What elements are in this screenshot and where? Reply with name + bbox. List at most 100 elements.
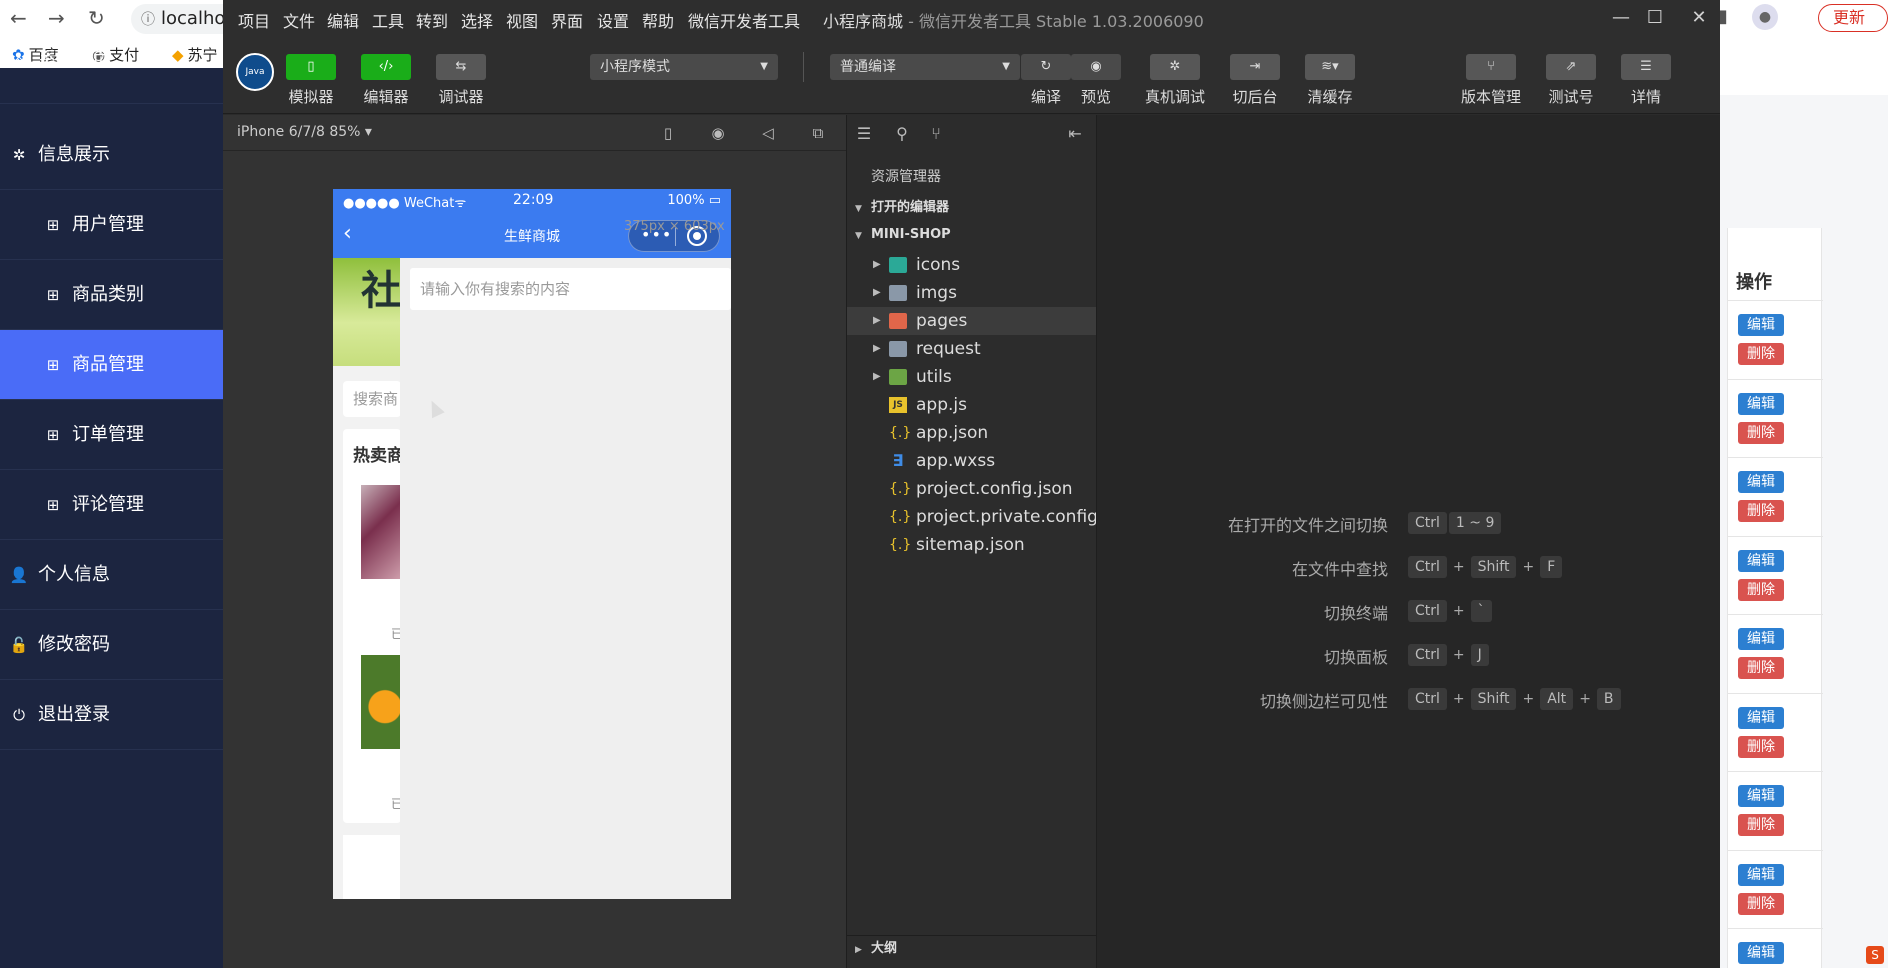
product-image-grape[interactable] bbox=[361, 485, 401, 579]
menu-goto[interactable]: 转到 bbox=[416, 8, 448, 32]
menu-edit[interactable]: 编辑 bbox=[327, 8, 359, 32]
tree-item-project-config[interactable]: {.} project.config.json bbox=[847, 475, 1097, 503]
viewport-size-label: 375px × 603px bbox=[624, 219, 725, 234]
menu-tools[interactable]: 工具 bbox=[372, 8, 404, 32]
test-account-button[interactable]: ⇗ 测试号 bbox=[1536, 54, 1606, 107]
product-image-orange[interactable] bbox=[361, 655, 401, 749]
tree-item-pages[interactable]: ▶ pages bbox=[847, 307, 1097, 335]
tree-item-request[interactable]: ▶ request bbox=[847, 335, 1097, 363]
edit-button[interactable]: 编辑 bbox=[1738, 785, 1784, 807]
edit-button[interactable]: 编辑 bbox=[1738, 707, 1784, 729]
tree-item-imgs[interactable]: ▶ imgs bbox=[847, 279, 1097, 307]
tree-item-sitemap[interactable]: {.} sitemap.json bbox=[847, 531, 1097, 559]
operations-header: 操作 bbox=[1736, 272, 1772, 293]
sidebar-item-logout[interactable]: ⏻ 退出登录 bbox=[0, 680, 223, 750]
java-avatar-icon[interactable]: Java bbox=[236, 53, 274, 91]
forward-icon[interactable]: → bbox=[48, 6, 65, 30]
version-control-button[interactable]: ⑂ 版本管理 bbox=[1456, 54, 1526, 107]
edit-button[interactable]: 编辑 bbox=[1738, 628, 1784, 650]
edit-button[interactable]: 编辑 bbox=[1738, 471, 1784, 493]
profile-icon[interactable]: ● bbox=[1752, 4, 1778, 30]
menu-select[interactable]: 选择 bbox=[461, 8, 493, 32]
popout-icon[interactable]: ⧉ bbox=[808, 123, 828, 143]
shortcut-label: 切换终端 bbox=[1323, 604, 1388, 623]
record-icon[interactable]: ◉ bbox=[708, 123, 728, 143]
sidebar-item-info[interactable]: ✲ 信息展示 bbox=[0, 120, 223, 190]
tree-item-app-js[interactable]: JS app.js bbox=[847, 391, 1097, 419]
real-device-debug-button[interactable]: ✲ 真机调试 bbox=[1140, 54, 1210, 107]
back-icon[interactable]: ← bbox=[10, 6, 27, 30]
menu-interface[interactable]: 界面 bbox=[551, 8, 583, 32]
debugger-toggle[interactable]: ⇆ 调试器 bbox=[426, 54, 496, 107]
mode-select[interactable]: 小程序模式 ▼ bbox=[590, 54, 778, 80]
sidebar-item-profile[interactable]: 👤 个人信息 bbox=[0, 540, 223, 610]
menu-project[interactable]: 项目 bbox=[238, 8, 270, 32]
search-input[interactable] bbox=[410, 268, 731, 310]
edit-button[interactable]: 编辑 bbox=[1738, 942, 1784, 964]
tree-item-app-wxss[interactable]: ∃ app.wxss bbox=[847, 447, 1097, 475]
preview-button[interactable]: ◉ 预览 bbox=[1061, 54, 1131, 107]
sidebar-item-orders[interactable]: ⊞ 订单管理 bbox=[0, 400, 223, 470]
maximize-icon[interactable]: ☐ bbox=[1635, 4, 1675, 32]
edit-button[interactable]: 编辑 bbox=[1738, 550, 1784, 572]
sidebar-item-password[interactable]: 🔓 修改密码 bbox=[0, 610, 223, 680]
home-search-box[interactable]: 搜索商 bbox=[343, 381, 401, 417]
open-editors-section[interactable]: ▼ 打开的编辑器 bbox=[847, 195, 1097, 221]
delete-button[interactable]: 删除 bbox=[1738, 579, 1784, 601]
edit-button[interactable]: 编辑 bbox=[1738, 393, 1784, 415]
delete-button[interactable]: 删除 bbox=[1738, 736, 1784, 758]
delete-button[interactable]: 删除 bbox=[1738, 814, 1784, 836]
sidebar-item-users[interactable]: ⊞ 用户管理 bbox=[0, 190, 223, 260]
close-icon[interactable]: ✕ bbox=[1679, 4, 1719, 32]
shortcut-row: 切换终端 Ctrl + ` bbox=[1097, 600, 1721, 624]
files-icon[interactable]: ☰ bbox=[853, 123, 875, 145]
lock-icon: 🔓 bbox=[9, 636, 29, 654]
menu-help[interactable]: 帮助 bbox=[642, 8, 674, 32]
project-root[interactable]: ▼ MINI-SHOP bbox=[847, 222, 1097, 248]
editor-toggle[interactable]: ‹/› 编辑器 bbox=[351, 54, 421, 107]
tree-item-icons[interactable]: ▶ icons bbox=[847, 251, 1097, 279]
wifi-icon: ᯤ bbox=[454, 196, 467, 211]
phone-icon[interactable]: ▯ bbox=[658, 123, 678, 143]
delete-button[interactable]: 删除 bbox=[1738, 422, 1784, 444]
edit-button[interactable]: 编辑 bbox=[1738, 314, 1784, 336]
json-file-icon: {.} bbox=[889, 481, 912, 497]
compile-select[interactable]: 普通编译 ▼ bbox=[830, 54, 1020, 80]
toolbar-divider bbox=[803, 52, 804, 82]
menu-view[interactable]: 视图 bbox=[506, 8, 538, 32]
sidebar-item-categories[interactable]: ⊞ 商品类别 bbox=[0, 260, 223, 330]
menu-settings[interactable]: 设置 bbox=[597, 8, 629, 32]
collapse-panel-icon[interactable]: ⇤ bbox=[1064, 123, 1086, 145]
phone-icon: ▯ bbox=[286, 54, 336, 80]
json-file-icon: {.} bbox=[889, 509, 912, 525]
background-button[interactable]: ⇥ 切后台 bbox=[1220, 54, 1290, 107]
clear-cache-button[interactable]: ≋▾ 清缓存 bbox=[1295, 54, 1365, 107]
delete-button[interactable]: 删除 bbox=[1738, 893, 1784, 915]
tree-item-project-private-config[interactable]: {.} project.private.config... bbox=[847, 503, 1097, 531]
delete-button[interactable]: 删除 bbox=[1738, 657, 1784, 679]
reload-icon[interactable]: ↻ bbox=[88, 6, 105, 30]
sidebar-item-products[interactable]: ⊞ 商品管理 bbox=[0, 330, 223, 400]
simulator-toggle[interactable]: ▯ 模拟器 bbox=[276, 54, 346, 107]
details-button[interactable]: ☰ 详情 bbox=[1611, 54, 1681, 107]
tree-item-utils[interactable]: ▶ utils bbox=[847, 363, 1097, 391]
outline-section[interactable]: ▶ 大纲 bbox=[847, 935, 1097, 961]
edit-button[interactable]: 编辑 bbox=[1738, 864, 1784, 886]
caret-right-icon: ▶ bbox=[873, 259, 881, 270]
git-branch-icon[interactable]: ⑂ bbox=[925, 123, 947, 145]
sogou-ime-icon[interactable]: S bbox=[1866, 946, 1884, 964]
tree-item-app-json[interactable]: {.} app.json bbox=[847, 419, 1097, 447]
volume-icon[interactable]: ◁ bbox=[758, 123, 778, 143]
sidebar-item-comments[interactable]: ⊞ 评论管理 bbox=[0, 470, 223, 540]
search-icon[interactable]: ⚲ bbox=[891, 123, 913, 145]
delete-button[interactable]: 删除 bbox=[1738, 343, 1784, 365]
delete-button[interactable]: 删除 bbox=[1738, 500, 1784, 522]
update-button[interactable]: 更新 bbox=[1818, 4, 1888, 32]
banner-image[interactable]: 社 bbox=[333, 258, 401, 366]
menu-file[interactable]: 文件 bbox=[283, 8, 315, 32]
menu-wechat-devtools[interactable]: 微信开发者工具 bbox=[688, 8, 800, 32]
device-select[interactable]: iPhone 6/7/8 85% ▾ bbox=[237, 124, 372, 140]
caret-down-icon: ▼ bbox=[760, 61, 768, 72]
table-row: 编辑 删除 bbox=[1728, 693, 1823, 772]
sidebar-item-home[interactable]: ⌂ 系统首页 bbox=[0, 51, 223, 104]
